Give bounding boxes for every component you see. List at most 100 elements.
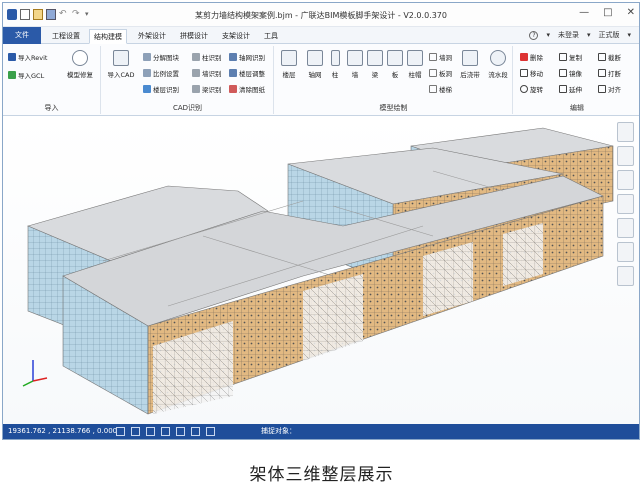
mirror-button[interactable]: 镜像 [559, 68, 582, 78]
axis-recognize-button[interactable]: 轴网识别 [229, 52, 265, 62]
login-status[interactable]: 未登录 [558, 30, 579, 40]
align-icon [598, 85, 606, 93]
extend-button[interactable]: 延伸 [559, 84, 582, 94]
tab-project-settings[interactable]: 工程设置 [47, 29, 85, 44]
layers-icon[interactable] [617, 242, 634, 262]
wall-icon [347, 50, 363, 66]
cut-button[interactable]: 截断 [598, 52, 621, 62]
axis-gizmo [22, 360, 48, 387]
app-window: ↶ ↷ ▾ 某剪力墙结构模架案例.bjm - 广联达BIM模板脚手架设计 - V… [2, 2, 640, 440]
cad-file-icon [113, 50, 129, 66]
wall-recognize-button[interactable]: 墙识别 [192, 68, 222, 78]
wall-hole-button[interactable]: 墙洞 [429, 52, 452, 62]
scale-setting-button[interactable]: 比例设置 [143, 68, 179, 78]
break-button[interactable]: 打断 [598, 68, 621, 78]
revit-icon [8, 53, 16, 61]
floor-icon [143, 85, 151, 93]
tab-structure-modeling[interactable]: 结构建模 [89, 29, 127, 44]
axis-icon [229, 53, 237, 61]
view-3d-icon[interactable] [617, 122, 634, 142]
rect-icon[interactable] [176, 427, 185, 436]
split-icon [143, 53, 151, 61]
axis-grid-button[interactable]: 轴网 [303, 50, 327, 79]
clear-drawing-button[interactable]: 清除图纸 [229, 84, 265, 94]
delete-button[interactable]: 删除 [520, 52, 543, 62]
move-button[interactable]: 移动 [520, 68, 543, 78]
align-button[interactable]: 对齐 [598, 84, 621, 94]
group-label-model: 模型绘制 [379, 104, 408, 112]
chevron-down-icon[interactable]: ▾ [546, 31, 550, 39]
maximize-button[interactable]: □ [603, 7, 612, 18]
floor-level-icon [281, 50, 297, 66]
window-title: 某剪力墙结构模架案例.bjm - 广联达BIM模板脚手架设计 - V2.0.0.… [195, 11, 447, 20]
3d-viewport[interactable] [3, 116, 639, 426]
grid-icon [307, 50, 323, 66]
wall-icon [192, 69, 200, 77]
group-label-import: 导入 [44, 104, 59, 112]
copy-icon [559, 53, 567, 61]
polar-icon[interactable] [206, 427, 215, 436]
list-icon[interactable] [617, 266, 634, 286]
slab-icon [387, 50, 403, 66]
chevron-down-icon[interactable]: ▾ [627, 31, 631, 39]
delete-icon [520, 53, 528, 61]
column-cap-button[interactable]: 柱帽 [403, 50, 427, 79]
close-button[interactable]: ✕ [627, 7, 635, 18]
import-gcl-button[interactable]: 导入GCL [8, 70, 44, 80]
slab-button[interactable]: 板 [385, 50, 405, 79]
slab-hole-button[interactable]: 板洞 [429, 68, 452, 78]
import-cad-button[interactable]: 导入CAD [106, 50, 136, 79]
minimize-button[interactable]: — [579, 7, 589, 18]
edition-label[interactable]: 正式版 [598, 30, 619, 40]
floor-adjust-button[interactable]: 楼层调整 [229, 68, 265, 78]
slab-hole-icon [429, 69, 437, 77]
tab-tools[interactable]: 工具 [259, 29, 283, 44]
floor-recognize-button[interactable]: 楼层识别 [143, 84, 179, 94]
tab-formwork-design[interactable]: 拼模设计 [175, 29, 213, 44]
tab-support-design[interactable]: 支架设计 [217, 29, 255, 44]
copy-button[interactable]: 复制 [559, 52, 582, 62]
help-icon[interactable]: ? [529, 30, 539, 40]
flow-section-button[interactable]: 流水段 [485, 50, 511, 79]
ortho-icon[interactable] [131, 427, 140, 436]
break-icon [598, 69, 606, 77]
account-area: ? ▾ 未登录 ▾ 正式版 ▾ [529, 30, 631, 40]
title-bar: ↶ ↷ ▾ 某剪力墙结构模架案例.bjm - 广联达BIM模板脚手架设计 - V… [3, 3, 639, 27]
view-front-icon[interactable] [617, 170, 634, 190]
floor-button[interactable]: 楼层 [277, 50, 301, 79]
view-toolbar [617, 122, 634, 286]
filter-icon[interactable] [617, 218, 634, 238]
eraser-icon [229, 85, 237, 93]
chevron-down-icon[interactable]: ▾ [587, 31, 591, 39]
scale-icon [143, 69, 151, 77]
import-revit-button[interactable]: 导入Revit [8, 52, 47, 62]
post-pour-icon [462, 50, 478, 66]
view-cube-icon[interactable] [617, 146, 634, 166]
column-icon [330, 50, 340, 66]
beam-recognize-button[interactable]: 梁识别 [192, 84, 222, 94]
wall-button[interactable]: 墙 [345, 50, 365, 79]
beam-button[interactable]: 梁 [365, 50, 385, 79]
ribbon: 导入Revit 导入GCL 模型修复 导入 导入CAD 分解图块 比例设置 楼层… [3, 44, 639, 116]
cursor-snap-icon[interactable] [161, 427, 170, 436]
gcl-icon [8, 71, 16, 79]
group-import: 导入Revit 导入GCL 模型修复 导入 [3, 46, 101, 114]
column-button[interactable]: 柱 [325, 50, 345, 79]
adjust-icon [229, 69, 237, 77]
rotate-button[interactable]: 旋转 [520, 84, 543, 94]
stair-button[interactable]: 楼梯 [429, 84, 452, 94]
angle-icon[interactable] [191, 427, 200, 436]
split-block-button[interactable]: 分解图块 [143, 52, 179, 62]
model-repair-button[interactable]: 模型修复 [65, 50, 95, 79]
funnel-icon [407, 50, 423, 66]
axis-snap-icon[interactable] [146, 427, 155, 436]
wall-hole-icon [429, 53, 437, 61]
mirror-icon [559, 69, 567, 77]
tab-scaffold-design[interactable]: 外架设计 [133, 29, 171, 44]
grid-snap-icon[interactable] [116, 427, 125, 436]
view-side-icon[interactable] [617, 194, 634, 214]
post-pour-button[interactable]: 后浇带 [457, 50, 483, 79]
column-recognize-button[interactable]: 柱识别 [192, 52, 222, 62]
extend-icon [559, 85, 567, 93]
tab-file[interactable]: 文件 [3, 27, 41, 44]
